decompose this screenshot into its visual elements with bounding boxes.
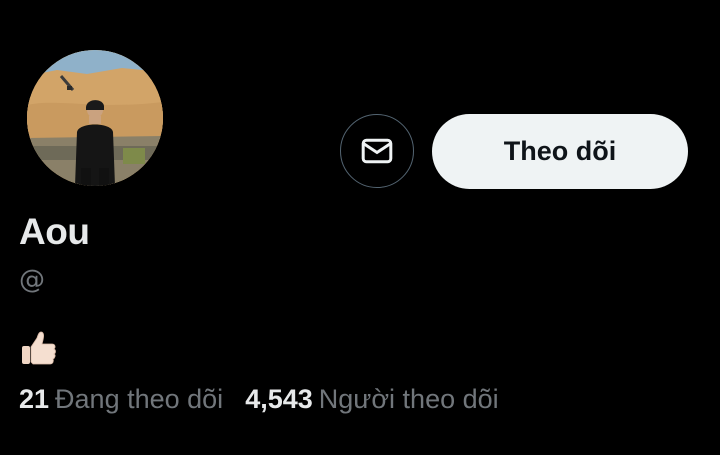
bio: 👍🏻 <box>19 328 59 368</box>
avatar-photo <box>27 50 163 186</box>
display-name: Aou <box>19 211 90 252</box>
following-count: 21 <box>19 384 50 414</box>
avatar[interactable] <box>27 50 163 186</box>
following-label: Đang theo dõi <box>55 384 224 414</box>
follow-button[interactable]: Theo dõi <box>432 114 688 189</box>
user-handle: @ <box>19 265 45 295</box>
followers-label: Người theo dõi <box>318 384 499 414</box>
followers-stat[interactable]: 4,543 Người theo dõi <box>245 384 498 415</box>
following-stat[interactable]: 21 Đang theo dõi <box>19 384 223 415</box>
thumbs-up-icon <box>22 331 56 365</box>
message-button[interactable] <box>340 114 414 188</box>
envelope-icon <box>361 138 393 164</box>
profile-stats: 21 Đang theo dõi 4,543 Người theo dõi <box>19 384 499 415</box>
followers-count: 4,543 <box>245 384 313 414</box>
